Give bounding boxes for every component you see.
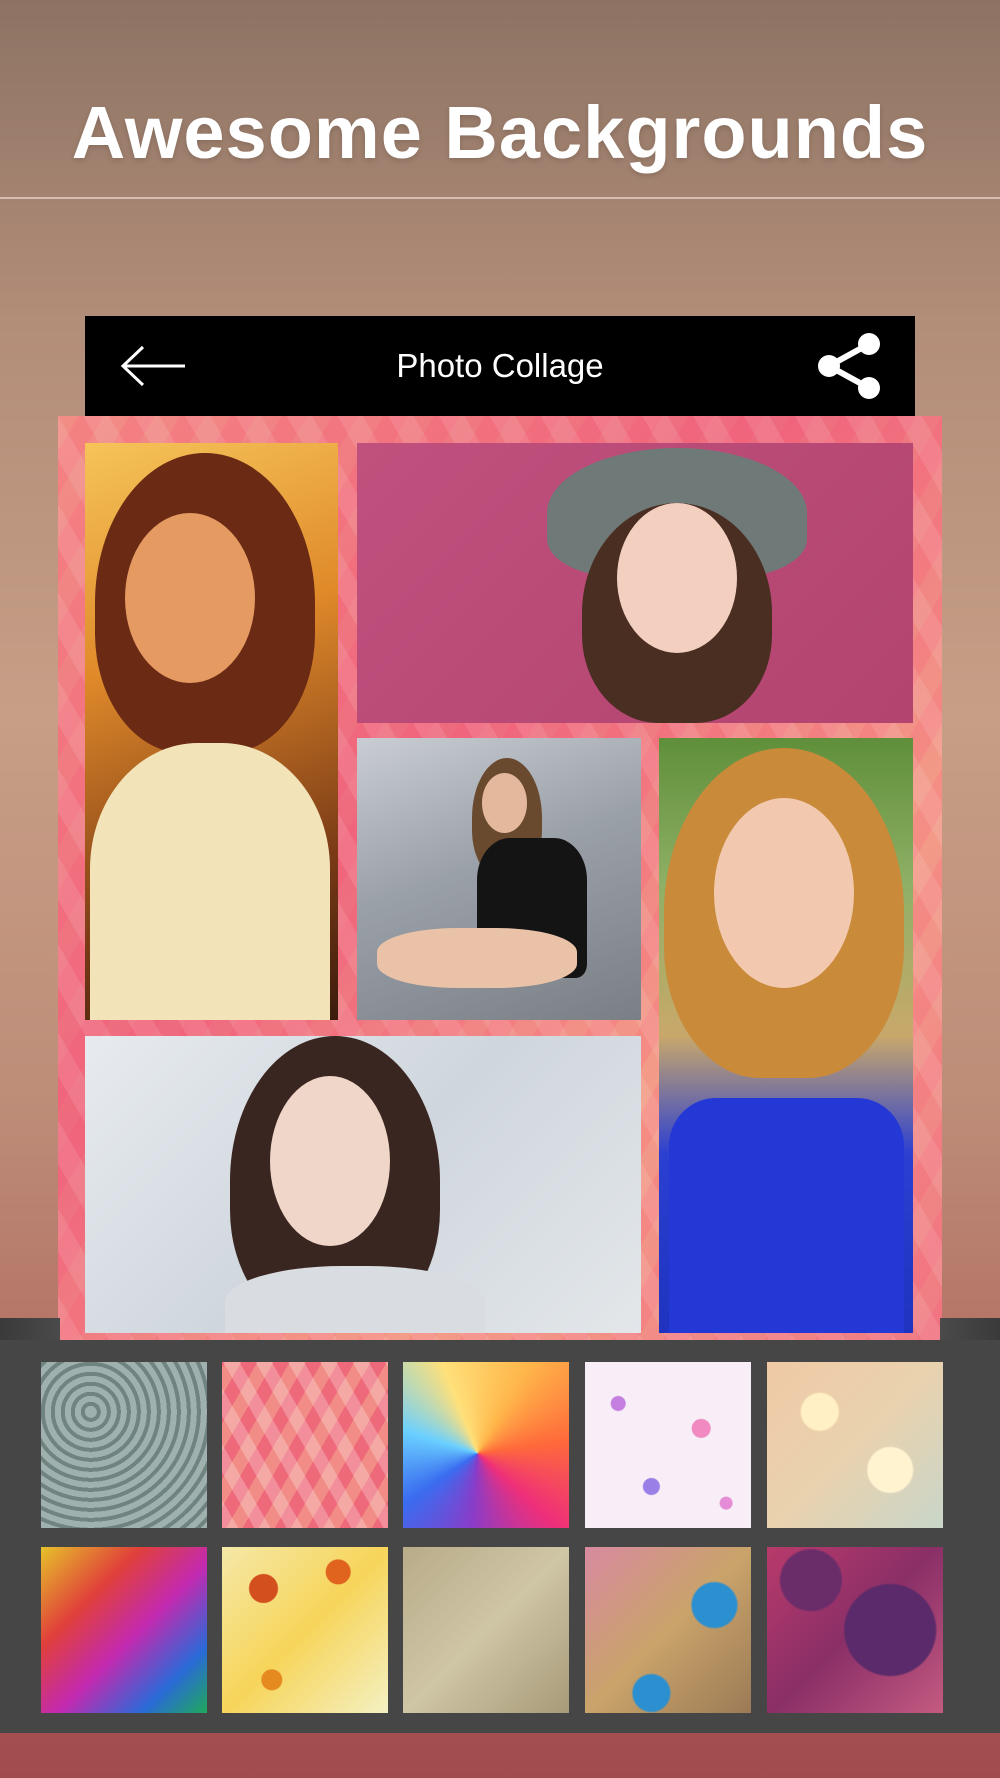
background-thumb-9[interactable] [585, 1547, 751, 1713]
share-button[interactable] [813, 330, 885, 402]
collage-photo-4[interactable] [659, 738, 913, 1333]
background-thumb-8[interactable] [403, 1547, 569, 1713]
background-thumb-7[interactable] [222, 1547, 388, 1713]
background-thumb-5[interactable] [767, 1362, 943, 1528]
collage-canvas[interactable] [58, 416, 942, 1340]
collage-photo-2[interactable] [357, 443, 913, 723]
collage-photo-5[interactable] [85, 1036, 641, 1333]
hero-divider [0, 197, 1000, 199]
background-thumb-3[interactable] [403, 1362, 569, 1528]
app-bar-title: Photo Collage [396, 347, 604, 384]
collage-photo-1[interactable] [85, 443, 338, 1020]
background-thumb-6[interactable] [41, 1547, 207, 1713]
background-thumb-10[interactable] [767, 1547, 943, 1713]
background-thumb-2[interactable] [222, 1362, 388, 1528]
background-thumb-1[interactable] [41, 1362, 207, 1528]
app-bar: Photo Collage [85, 316, 915, 416]
background-thumb-4[interactable] [585, 1362, 751, 1528]
share-icon [818, 333, 880, 399]
collage-photo-3[interactable] [357, 738, 641, 1020]
tray-edge [0, 1318, 1000, 1340]
hero-title: Awesome Backgrounds [71, 91, 929, 174]
